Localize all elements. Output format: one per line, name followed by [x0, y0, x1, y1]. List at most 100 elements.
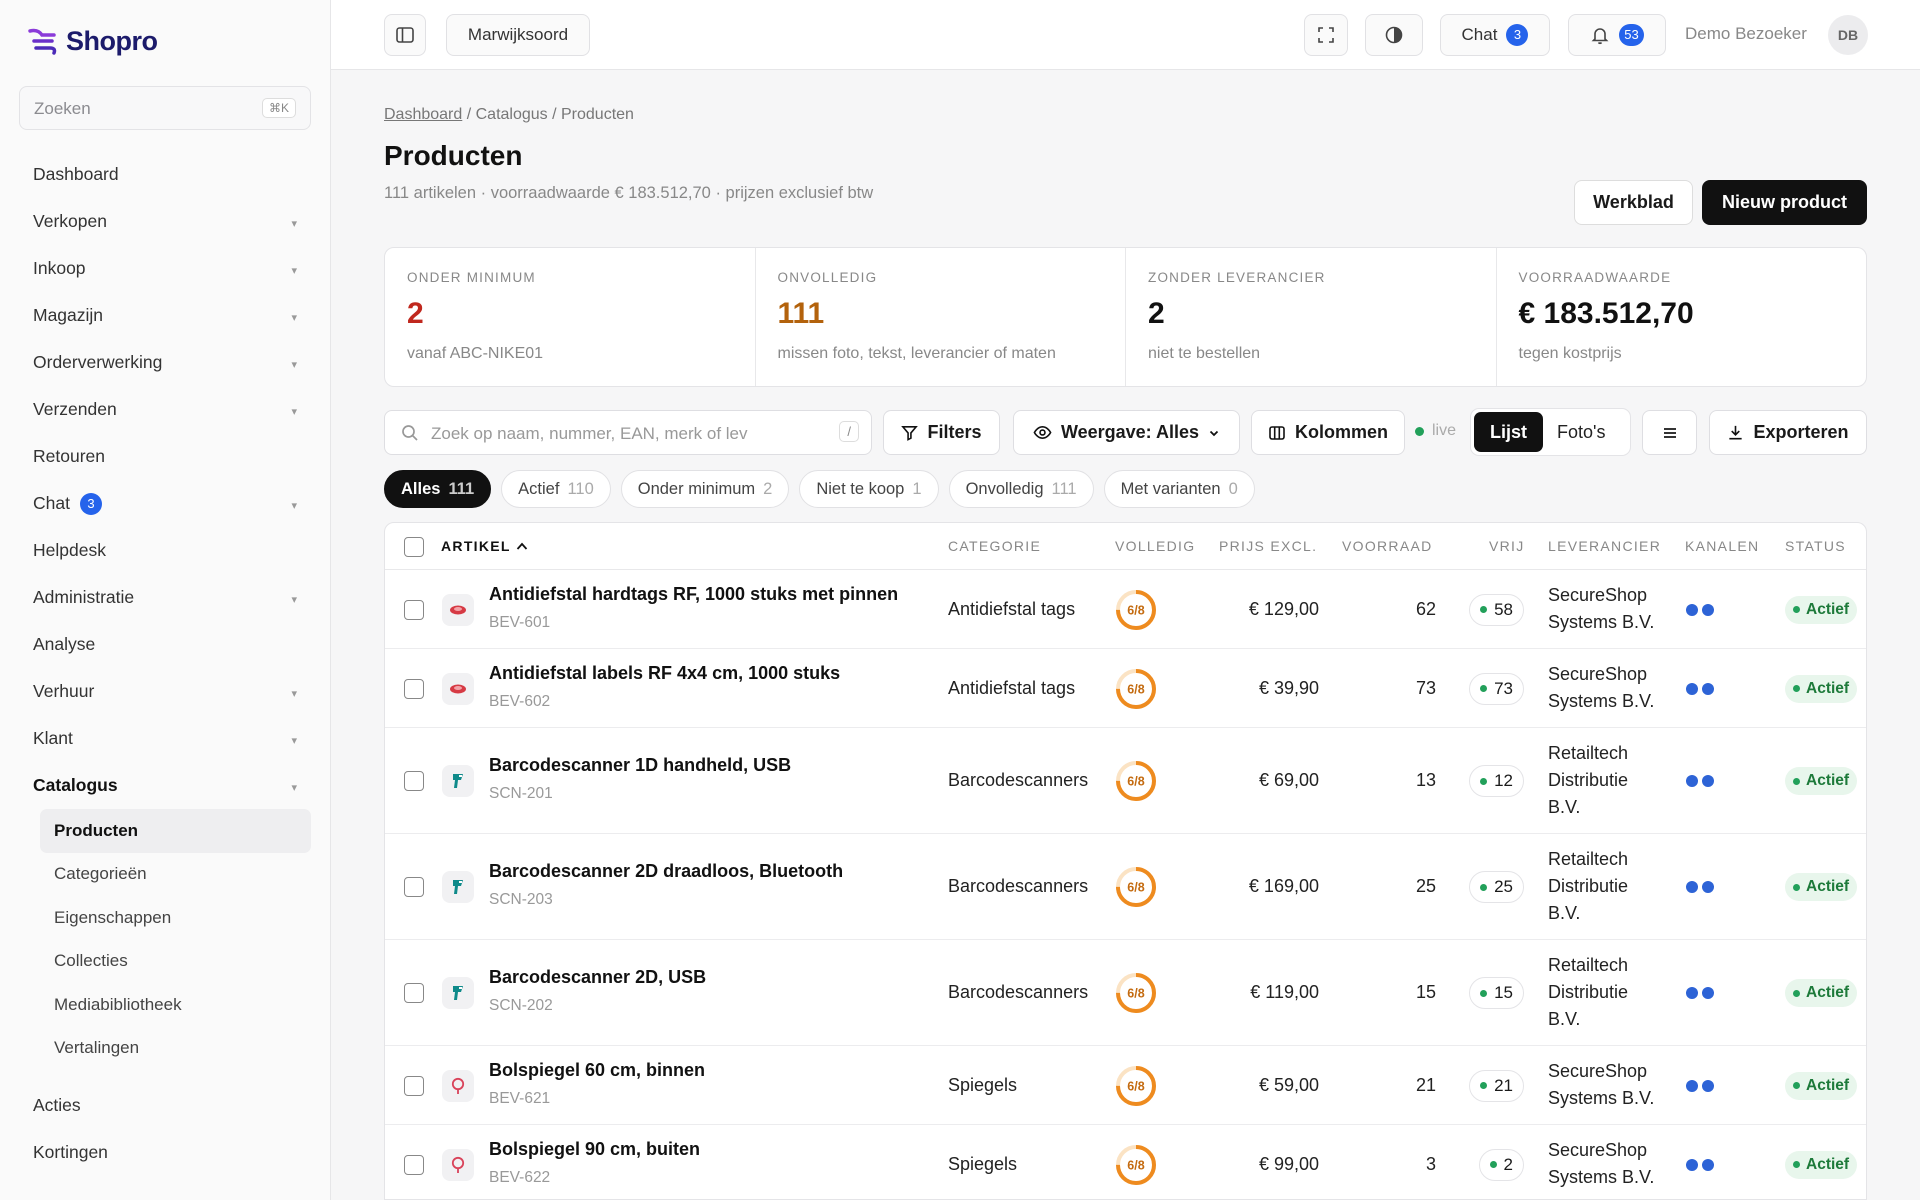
product-name[interactable]: Barcodescanner 2D, USB — [489, 967, 706, 988]
sidebar-item-chat[interactable]: Chat 3 ▾ — [19, 480, 311, 527]
sidebar-item-verkopen[interactable]: Verkopen ▾ — [19, 198, 311, 245]
notifications-button[interactable]: 53 — [1568, 14, 1666, 56]
channels-indicator — [1686, 682, 1714, 695]
photo-view-button[interactable]: Foto's — [1557, 422, 1605, 443]
select-all-checkbox[interactable] — [404, 537, 424, 557]
col-voorraad[interactable]: VOORRAAD — [1342, 538, 1433, 554]
new-product-button[interactable]: Nieuw product — [1702, 180, 1867, 225]
location-button[interactable]: Marwijksoord — [446, 14, 590, 56]
list-view-button[interactable]: Lijst — [1474, 412, 1543, 452]
view-select[interactable]: Weergave: Alles — [1013, 410, 1240, 455]
product-name[interactable]: Bolspiegel 60 cm, binnen — [489, 1060, 705, 1081]
sidebar-item-retouren[interactable]: Retouren — [19, 433, 311, 480]
col-status[interactable]: STATUS — [1785, 538, 1846, 554]
fullscreen-button[interactable] — [1304, 14, 1348, 56]
sidebar-item-label: Helpdesk — [33, 540, 106, 560]
table-row[interactable]: Barcodescanner 2D draadloos, Bluetooth SC… — [385, 834, 1866, 940]
sidebar-subitem-eigenschappen[interactable]: Eigenschappen — [40, 896, 311, 940]
row-checkbox[interactable] — [404, 1154, 424, 1175]
table-row[interactable]: Bolspiegel 90 cm, buiten BEV-622 Spiegels 6… — [385, 1125, 1866, 1199]
product-name[interactable]: Barcodescanner 1D handheld, USB — [489, 755, 791, 776]
product-search-placeholder: Zoek op naam, nummer, EAN, merk of lev — [431, 424, 748, 443]
sidebar-item-administratie[interactable]: Administratie ▾ — [19, 574, 311, 621]
app-logo[interactable]: Shopro — [28, 26, 158, 57]
density-button[interactable] — [1642, 410, 1697, 455]
table-row[interactable]: Antidiefstal labels RF 4x4 cm, 1000 stuk… — [385, 649, 1866, 728]
product-search-input[interactable]: Zoek op naam, nummer, EAN, merk of lev / — [384, 410, 872, 455]
sidebar-item-orderverwerking[interactable]: Orderverwerking ▾ — [19, 339, 311, 386]
sidebar-subitem-collecties[interactable]: Collecties — [40, 940, 311, 984]
row-checkbox[interactable] — [404, 599, 424, 620]
col-prijs[interactable]: PRIJS EXCL. — [1219, 538, 1317, 554]
table-row[interactable]: Bolspiegel 60 cm, binnen BEV-621 Spiegels 6… — [385, 1046, 1866, 1125]
chip-count: 2 — [763, 479, 773, 498]
table-row[interactable]: Antidiefstal hardtags RF, 1000 stuks met… — [385, 570, 1866, 649]
filter-chip-actief[interactable]: Actief 110 — [501, 470, 611, 508]
col-kanalen[interactable]: KANALEN — [1685, 538, 1759, 554]
sidebar-item-kortingen[interactable]: Kortingen — [19, 1129, 311, 1176]
status-label: Actief — [1806, 679, 1850, 697]
chevron-down-icon: ▾ — [291, 594, 297, 606]
product-price: € 39,90 — [1258, 677, 1319, 698]
filter-chip-alles[interactable]: Alles 111 — [384, 470, 492, 508]
sidebar-item-klant[interactable]: Klant ▾ — [19, 715, 311, 762]
sidebar-item-inkoop[interactable]: Inkoop ▾ — [19, 245, 311, 292]
filter-chip-niet-te-koop[interactable]: Niet te koop 1 — [799, 470, 939, 508]
product-name[interactable]: Antidiefstal labels RF 4x4 cm, 1000 stuk… — [489, 663, 840, 684]
avatar[interactable]: DB — [1828, 15, 1868, 55]
row-checkbox[interactable] — [404, 678, 424, 699]
stock-dot-icon — [1489, 1161, 1497, 1168]
col-artikel[interactable]: ARTIKEL — [441, 538, 528, 554]
sidebar-subitem-vertalingen[interactable]: Vertalingen — [40, 1027, 311, 1071]
row-checkbox[interactable] — [404, 771, 424, 791]
stat-label: ZONDER LEVERANCIER — [1148, 270, 1326, 285]
col-volledig[interactable]: VOLLEDIG — [1115, 538, 1195, 554]
toggle-sidebar-button[interactable] — [384, 14, 426, 56]
sidebar-item-label: Catalogus — [33, 775, 118, 795]
sidebar-item-helpdesk[interactable]: Helpdesk — [19, 527, 311, 574]
sidebar-item-acties[interactable]: Acties — [19, 1082, 311, 1129]
free-stock-badge: 58 — [1469, 593, 1524, 626]
search-shortcut: ⌘K — [261, 98, 296, 118]
logo-icon — [28, 27, 60, 57]
col-categorie[interactable]: CATEGORIE — [948, 538, 1041, 554]
worksheet-button[interactable]: Werkblad — [1574, 180, 1693, 225]
stat-card-onder-minimum[interactable]: ONDER MINIMUM 2 vanaf ABC-NIKE01 — [385, 248, 756, 386]
chat-button[interactable]: Chat 3 — [1440, 14, 1550, 56]
sidebar-subitem-categorieen[interactable]: Categorieën — [40, 853, 311, 897]
col-vrij[interactable]: VRIJ — [1489, 538, 1525, 554]
status-label: Actief — [1806, 984, 1850, 1001]
sidebar-item-catalogus[interactable]: Catalogus ▾ — [19, 762, 311, 809]
sidebar-item-verhuur[interactable]: Verhuur ▾ — [19, 668, 311, 715]
sidebar-search-input[interactable]: Zoeken ⌘K — [19, 86, 311, 130]
theme-toggle-button[interactable] — [1365, 14, 1423, 56]
product-name[interactable]: Antidiefstal hardtags RF, 1000 stuks met… — [489, 584, 898, 605]
row-checkbox[interactable] — [404, 983, 424, 1003]
table-row[interactable]: Barcodescanner 2D, USB SCN-202 Barcodescan… — [385, 940, 1866, 1046]
product-name[interactable]: Barcodescanner 2D draadloos, Bluetooth — [489, 861, 843, 882]
table-row[interactable]: Barcodescanner 1D handheld, USB SCN-201 Ba… — [385, 728, 1866, 834]
row-checkbox[interactable] — [404, 877, 424, 897]
filter-chip-met-varianten[interactable]: Met varianten 0 — [1103, 470, 1255, 508]
sidebar-item-magazijn[interactable]: Magazijn ▾ — [19, 292, 311, 339]
stat-card-voorraadwaarde[interactable]: VOORRAADWAARDE € 183.512,70 tegen kostprij… — [1497, 248, 1867, 386]
filter-chip-onder-minimum[interactable]: Onder minimum 2 — [620, 470, 790, 508]
stat-card-zonder-leverancier[interactable]: ZONDER LEVERANCIER 2 niet te bestellen — [1126, 248, 1497, 386]
filter-chip-onvolledig[interactable]: Onvolledig 111 — [948, 470, 1094, 508]
columns-button[interactable]: Kolommen — [1251, 410, 1405, 455]
sidebar-item-verzenden[interactable]: Verzenden ▾ — [19, 386, 311, 433]
sidebar-subitem-mediabibliotheek[interactable]: Mediabibliotheek — [40, 983, 311, 1027]
breadcrumb-dashboard-link[interactable]: Dashboard — [384, 106, 462, 123]
user-name[interactable]: Demo Bezoeker — [1685, 24, 1807, 44]
product-name[interactable]: Bolspiegel 90 cm, buiten — [489, 1139, 700, 1160]
stat-card-onvolledig[interactable]: ONVOLLEDIG 111 missen foto, tekst, leveran… — [756, 248, 1126, 386]
filters-button[interactable]: Filters — [883, 410, 1000, 455]
sidebar-subitem-producten[interactable]: Producten — [40, 809, 311, 853]
col-leverancier[interactable]: LEVERANCIER — [1548, 538, 1661, 554]
export-button[interactable]: Exporteren — [1709, 410, 1867, 455]
sidebar-item-dashboard[interactable]: Dashboard — [19, 151, 311, 198]
filters-label: Filters — [927, 422, 982, 442]
row-checkbox[interactable] — [404, 1075, 424, 1096]
sidebar-item-analyse[interactable]: Analyse — [19, 621, 311, 668]
product-stock: 73 — [1415, 677, 1436, 698]
